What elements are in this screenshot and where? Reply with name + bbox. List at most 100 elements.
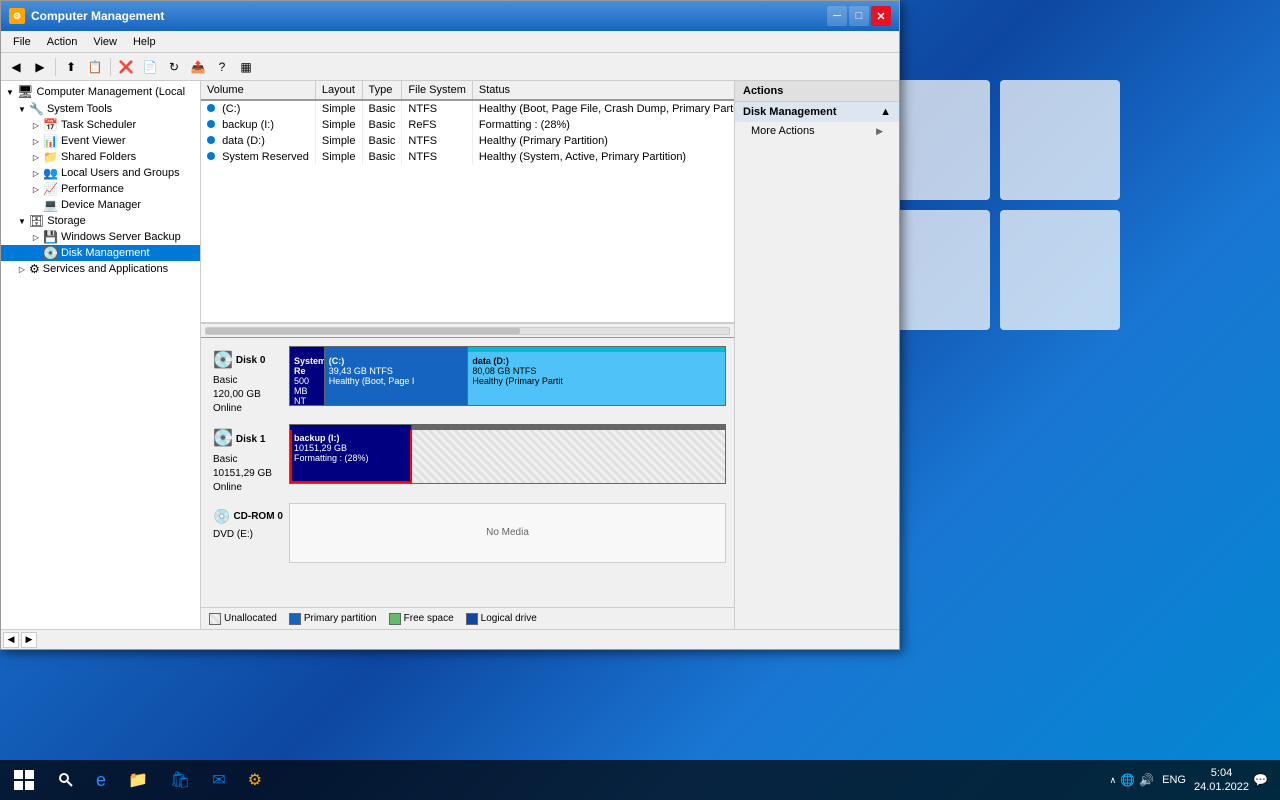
menu-bar: File Action View Help — [1, 31, 899, 53]
taskbar-explorer[interactable]: 📁 — [118, 762, 158, 798]
legend-free: Free space — [389, 613, 454, 625]
cdrom-label: CD-ROM 0 — [233, 510, 282, 524]
tree-shared-folders[interactable]: ▷ 📁 Shared Folders — [1, 149, 200, 165]
taskbar-notif[interactable]: 💬 — [1253, 773, 1268, 787]
tree-performance[interactable]: ▷ 📈 Performance — [1, 181, 200, 197]
taskbar-chevron[interactable]: ∧ — [1110, 775, 1117, 786]
table-row[interactable]: backup (I:) Simple Basic ReFS Formatting… — [201, 117, 734, 133]
toolbar-back[interactable]: ◀ — [5, 56, 27, 78]
server-backup-arrow: ▷ — [29, 230, 43, 244]
main-content: ▼ 🖥 Computer Management (Local ▼ 🔧 Syste… — [1, 81, 899, 629]
title-bar: ⚙ Computer Management ─ □ ✕ — [1, 1, 899, 31]
disk-management-icon: 💽 — [43, 246, 58, 260]
disk0-icon: 💽 — [213, 350, 233, 372]
row0-layout: Simple — [315, 100, 362, 117]
partition-topbar — [290, 425, 411, 430]
toolbar-up[interactable]: ⬆ — [60, 56, 82, 78]
toolbar-export[interactable]: 📤 — [187, 56, 209, 78]
start-button[interactable] — [4, 760, 44, 800]
minimize-button[interactable]: ─ — [827, 6, 847, 26]
table-row[interactable]: System Reserved Simple Basic NTFS Health… — [201, 149, 734, 165]
tree-system-tools[interactable]: ▼ 🔧 System Tools — [1, 101, 200, 117]
tree-server-backup[interactable]: ▷ 💾 Windows Server Backup — [1, 229, 200, 245]
tree-root[interactable]: ▼ 🖥 Computer Management (Local — [1, 83, 200, 101]
partition-topbar — [412, 425, 725, 430]
toolbar-help[interactable]: ? — [211, 56, 233, 78]
toolbar-properties[interactable]: ❌ — [115, 56, 137, 78]
horizontal-scrollbar[interactable] — [201, 323, 734, 337]
disk0-partition-2[interactable]: data (D:) 80,08 GB NTFS Healthy (Primary… — [468, 347, 725, 405]
disk0-partition-0[interactable]: System Re 500 MB NT Healthy (S) — [290, 347, 325, 405]
shared-folders-icon: 📁 — [43, 150, 58, 164]
storage-icon: 🗄 — [29, 214, 44, 228]
row1-fs: ReFS — [402, 117, 472, 133]
explorer-icon: 📁 — [128, 770, 148, 790]
disk-management-label: Disk Management — [61, 247, 150, 259]
task-scheduler-arrow: ▷ — [29, 118, 43, 132]
taskbar-clock[interactable]: 5:04 24.01.2022 — [1194, 766, 1249, 795]
partition-status: Healthy (Boot, Page I — [329, 376, 464, 386]
volume-icon — [207, 136, 215, 144]
cdrom-partitions: No Media — [289, 503, 726, 563]
taskbar-search[interactable] — [48, 762, 84, 798]
taskbar-store[interactable]: 🛍 — [160, 762, 200, 798]
taskbar-network-icon: 🌐 — [1120, 773, 1135, 787]
legend-logical: Logical drive — [466, 613, 537, 625]
toolbar-forward[interactable]: ▶ — [29, 56, 51, 78]
tree-local-users[interactable]: ▷ 👥 Local Users and Groups — [1, 165, 200, 181]
taskbar-mail[interactable]: ✉ — [202, 762, 235, 798]
partition-size: 39,43 GB NTFS — [329, 366, 464, 376]
taskbar-ie[interactable]: e — [86, 762, 116, 798]
performance-arrow: ▷ — [29, 182, 43, 196]
col-filesystem: File System — [402, 81, 472, 100]
taskbar-volume-icon: 🔊 — [1139, 773, 1154, 787]
event-viewer-label: Event Viewer — [61, 135, 126, 147]
disk1-partition-unalloc[interactable] — [412, 425, 725, 483]
row0-fs: NTFS — [402, 100, 472, 117]
row2-status: Healthy (Primary Partition) — [472, 133, 734, 149]
disk1-status: Online — [213, 481, 285, 495]
row3-layout: Simple — [315, 149, 362, 165]
toolbar-new[interactable]: 📄 — [139, 56, 161, 78]
system-tools-icon: 🔧 — [29, 102, 44, 116]
disk-management-section-label: Disk Management — [743, 106, 837, 118]
actions-header: Actions — [735, 81, 899, 102]
toolbar-grid[interactable]: ▦ — [235, 56, 257, 78]
maximize-button[interactable]: □ — [849, 6, 869, 26]
row3-status: Healthy (System, Active, Primary Partiti… — [472, 149, 734, 165]
disk1-icon: 💽 — [213, 428, 233, 450]
tree-disk-management[interactable]: 💽 Disk Management — [1, 245, 200, 261]
col-status: Status — [472, 81, 734, 100]
partition-name: backup (I:) — [294, 433, 407, 443]
toolbar: ◀ ▶ ⬆ 📋 ❌ 📄 ↻ 📤 ? ▦ — [1, 53, 899, 81]
clock-time: 5:04 — [1194, 766, 1249, 780]
menu-action[interactable]: Action — [39, 34, 86, 50]
taskbar-compmgmt[interactable]: ⚙ — [238, 762, 272, 798]
disk1-partition-backup[interactable]: backup (I:) 10151,29 GB Formatting : (28… — [290, 425, 412, 483]
table-row[interactable]: data (D:) Simple Basic NTFS Healthy (Pri… — [201, 133, 734, 149]
close-button[interactable]: ✕ — [871, 6, 891, 26]
tree-device-manager[interactable]: 💻 Device Manager — [1, 197, 200, 213]
menu-file[interactable]: File — [5, 34, 39, 50]
row3-volume: System Reserved — [201, 149, 315, 165]
more-actions-item[interactable]: More Actions ▶ — [735, 122, 899, 140]
shared-folders-arrow: ▷ — [29, 150, 43, 164]
tree-event-viewer[interactable]: ▷ 📊 Event Viewer — [1, 133, 200, 149]
disk1-partitions: backup (I:) 10151,29 GB Formatting : (28… — [289, 424, 726, 484]
title-bar-buttons: ─ □ ✕ — [827, 6, 891, 26]
disk0-partition-1[interactable]: (C:) 39,43 GB NTFS Healthy (Boot, Page I — [325, 347, 469, 405]
server-backup-icon: 💾 — [43, 230, 58, 244]
tree-task-scheduler[interactable]: ▷ 📅 Task Scheduler — [1, 117, 200, 133]
toolbar-show-hide[interactable]: 📋 — [84, 56, 106, 78]
tree-storage[interactable]: ▼ 🗄 Storage — [1, 213, 200, 229]
tree-root-arrow: ▼ — [3, 85, 17, 99]
nav-next[interactable]: ▶ — [21, 632, 37, 648]
system-tools-arrow: ▼ — [15, 102, 29, 116]
disk-management-section[interactable]: Disk Management ▲ — [735, 102, 899, 122]
table-row[interactable]: (C:) Simple Basic NTFS Healthy (Boot, Pa… — [201, 100, 734, 117]
menu-view[interactable]: View — [85, 34, 125, 50]
toolbar-refresh[interactable]: ↻ — [163, 56, 185, 78]
menu-help[interactable]: Help — [125, 34, 164, 50]
tree-services[interactable]: ▷ ⚙ Services and Applications — [1, 261, 200, 277]
nav-prev[interactable]: ◀ — [3, 632, 19, 648]
